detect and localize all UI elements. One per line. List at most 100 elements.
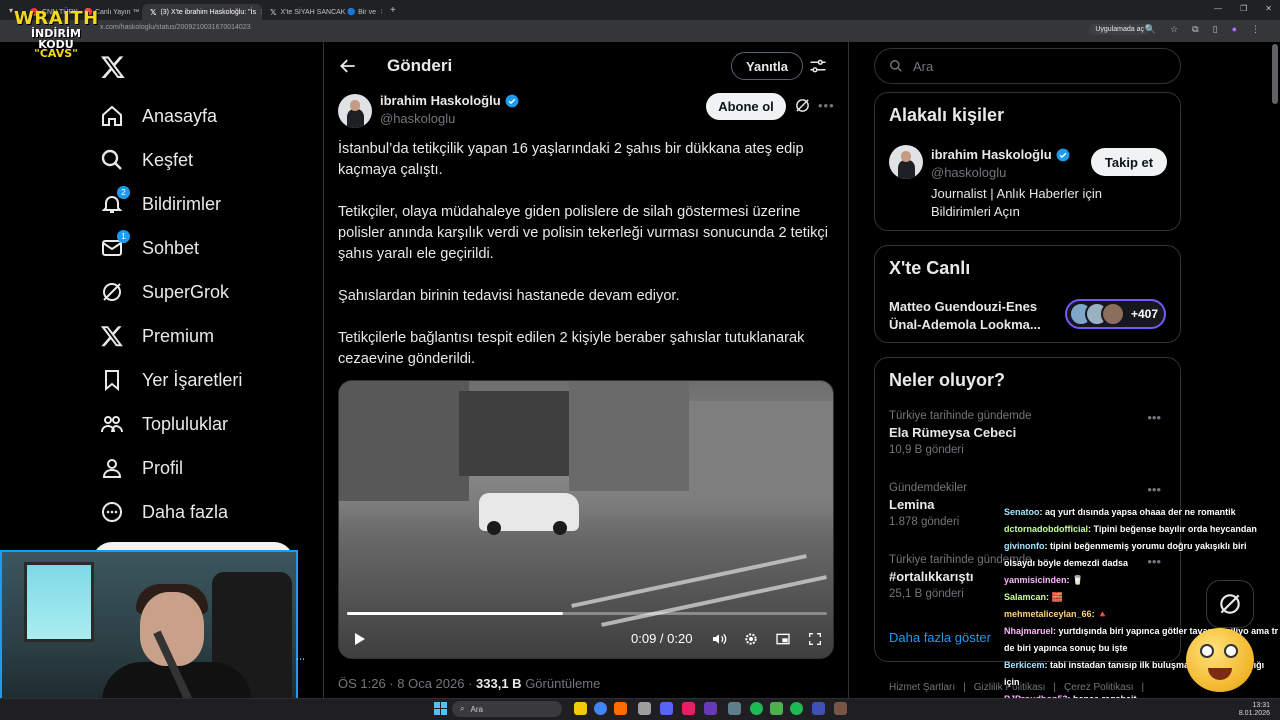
live-event-title[interactable]: Matteo Guendouzi-Enes Ünal-Ademola Lookm… [889,298,1051,334]
play-icon[interactable] [351,631,367,647]
post-paragraph: İstanbul’da tetikçilik yapan 16 yaşların… [338,141,804,178]
spotify-icon[interactable] [790,702,803,715]
search-placeholder: Ara [913,58,934,74]
app-icon[interactable] [682,702,695,715]
nav-item-6[interactable]: Yer İşaretleri [100,360,242,400]
picture-in-picture-icon[interactable] [775,631,791,647]
page-scrollbar[interactable] [1272,44,1278,104]
grok-icon [100,280,124,304]
related-name[interactable]: ibrahim Haskoloğlu [931,147,1070,162]
author-handle[interactable]: @haskologlu [380,111,455,126]
related-handle[interactable]: @haskologlu [931,165,1006,180]
follow-button[interactable]: Takip et [1091,148,1167,176]
zoom-icon[interactable]: 🔍 [1145,24,1156,35]
new-tab-button[interactable]: + [382,5,396,16]
x-icon [100,324,124,348]
author-avatar[interactable] [338,94,372,128]
trend-more-icon[interactable]: ••• [1147,410,1161,425]
browser-tab-1[interactable]: 𝕏 (3) X'te ibrahim Haskoloğlu: "İs ✕ [142,4,262,20]
post-timestamp[interactable]: ÖS 1:26 · 8 Oca 2026 · [338,676,476,691]
fullscreen-icon[interactable] [807,631,823,647]
sidebar-icon[interactable]: ▯ [1213,24,1218,35]
chat-text: : 🔺 [1091,609,1109,619]
app-icon[interactable] [638,702,651,715]
trend-item[interactable]: Türkiye tarihinde gündemde Ela Rümeysa Ce… [889,410,1169,456]
browser-toolbar-icons: 🔍 ☆ ⧉ ▯ ● ⋮ [1145,24,1260,35]
more-options-icon[interactable]: ••• [818,98,835,113]
listener-avatar [1101,302,1125,326]
trend-name: Ela Rümeysa Cebeci [889,425,1017,440]
live-card: X'te Canlı Matteo Guendouzi-Enes Ünal-Ad… [874,245,1181,343]
app-icon[interactable] [704,702,717,715]
listener-count: +407 [1131,307,1159,321]
sponsor-code: "CAVS" [34,47,78,60]
taskbar-clock[interactable]: 13:31 8.01.2026 [1239,702,1270,718]
close-window-icon[interactable]: ✕ [1265,4,1272,13]
author-name[interactable]: ibrahim Haskoloğlu [380,93,519,108]
post-paragraph: Şahıslardan birinin tedavisi hastanede d… [338,288,680,304]
video-time: 0:09 / 0:20 [631,631,693,646]
bookmark-star-icon[interactable]: ☆ [1170,24,1178,35]
x-logo-icon[interactable] [100,54,126,80]
column-divider [323,42,324,720]
start-icon[interactable] [434,702,447,715]
chat-username: Berkicem [1004,660,1045,670]
nav-item-8[interactable]: Profil [100,448,183,488]
related-avatar[interactable] [889,145,923,179]
browser-tab-2[interactable]: 𝕏 X'te SİYAH SANCAK 🔵 Bir ve ✕ [262,4,382,20]
nav-item-2[interactable]: 2 Bildirimler [100,184,221,224]
nav-item-label: Daha fazla [142,501,229,522]
communities-icon [100,412,124,436]
live-listeners-pill[interactable]: +407 [1065,299,1167,329]
app-icon[interactable] [834,702,847,715]
chrome-icon[interactable] [594,702,607,715]
nav-item-7[interactable]: Topluluklar [100,404,228,444]
app-icon[interactable] [770,702,783,715]
verified-badge-icon [505,94,519,107]
app-icon[interactable] [728,702,741,715]
footer-link[interactable]: Hizmet Şartları [889,682,955,693]
video-player[interactable]: 0:09 / 0:20 [338,380,834,659]
reply-button[interactable]: Yanıtla [731,52,803,80]
subscribe-button[interactable]: Abone ol [706,93,786,120]
trend-category: Türkiye tarihinde gündemde [889,410,1032,422]
nav-item-3[interactable]: 1 Sohbet [100,228,199,268]
related-people-card: Alakalı kişiler ibrahim Haskoloğlu @hask… [874,92,1181,231]
profile-avatar-icon[interactable]: ● [1232,24,1237,35]
grok-floating-button[interactable] [1206,580,1254,628]
filter-icon[interactable] [809,58,827,74]
maximize-icon[interactable]: ❐ [1240,4,1247,13]
nav-item-5[interactable]: Premium [100,316,214,356]
app-icon[interactable] [812,702,825,715]
menu-icon[interactable]: ⋮ [1251,24,1260,35]
minimize-icon[interactable]: — [1214,4,1222,13]
nav-item-0[interactable]: Anasayfa [100,96,217,136]
app-icon[interactable] [750,702,763,715]
view-count-label: Görüntüleme [521,676,601,691]
notification-badge: 2 [117,186,130,199]
file-explorer-icon[interactable] [574,702,587,715]
clock-date: 8.01.2026 [1238,710,1270,717]
trend-more-icon[interactable]: ••• [1147,482,1161,497]
app-icon[interactable] [614,702,627,715]
grok-icon[interactable] [794,97,811,114]
url-text[interactable]: x.com/haskologlu/status/2009210031670014… [100,24,251,31]
nav-item-9[interactable]: Daha fazla [100,492,228,532]
show-more-link[interactable]: Daha fazla göster [889,630,991,645]
open-in-app-chip[interactable]: Uygulamada aç [1089,24,1150,35]
extensions-icon[interactable]: ⧉ [1192,24,1198,35]
search-input[interactable]: Ara [874,48,1181,84]
settings-gear-icon[interactable] [743,631,759,647]
nav-item-1[interactable]: Keşfet [100,140,193,180]
video-progress-fill [347,612,563,615]
nav-item-4[interactable]: SuperGrok [100,272,229,312]
back-arrow-icon[interactable] [338,56,358,76]
video-progress-bar[interactable] [347,612,827,615]
chat-username: mehmetaliceylan_66 [1004,609,1092,619]
live-title: X'te Canlı [889,258,971,278]
volume-icon[interactable] [711,631,727,647]
taskbar-search[interactable]: ⌕ Ara [452,701,562,717]
discord-icon[interactable] [660,702,673,715]
nav-item-label: Keşfet [142,149,194,170]
grok-icon [1220,594,1240,614]
